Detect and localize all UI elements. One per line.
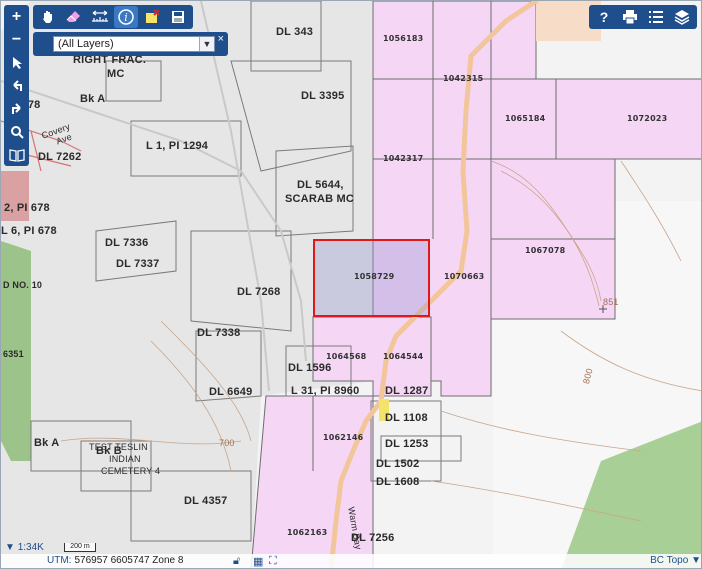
status-bar: ▼ 1:34K 200 m UTM: 576957 6605747 Zone 8 …	[1, 542, 701, 568]
label-dl3395: DL 3395	[301, 90, 345, 102]
measure-icon	[92, 10, 108, 22]
zoom-out-button[interactable]: −	[4, 28, 29, 51]
label-bk-a-bottom: Bk A	[34, 437, 60, 449]
left-toolbar: + −	[4, 5, 29, 166]
label-l31-pl8960: L 31, PI 8960	[291, 385, 360, 397]
save-button[interactable]	[166, 6, 190, 28]
info-icon: i	[118, 9, 134, 25]
tenure-1064544: 1064544	[383, 352, 424, 361]
help-icon: ?	[599, 9, 609, 25]
eraser-icon	[66, 11, 80, 22]
label-teslin: TEST TESLIN	[89, 442, 148, 452]
tenure-1065184: 1065184	[505, 114, 546, 123]
label-dl6649: DL 6649	[209, 386, 253, 398]
redo-button[interactable]	[4, 97, 29, 120]
grid-icon[interactable]: ▦	[253, 555, 263, 568]
map-view[interactable]: DL 343 RIGHT FRAC. MC Bk A PL 678 DL 339…	[0, 0, 702, 569]
label-dl1608: DL 1608	[376, 476, 420, 488]
label-no10: D NO. 10	[3, 280, 43, 290]
layers-button[interactable]	[670, 6, 694, 28]
label-dl7337: DL 7337	[116, 258, 160, 270]
label-dl7338: DL 7338	[197, 327, 241, 339]
bookmark-button[interactable]	[4, 143, 29, 166]
pan-button[interactable]	[36, 6, 60, 28]
zoom-in-icon: +	[11, 7, 22, 25]
label-dl7262: DL 7262	[38, 151, 82, 163]
label-dl1253: DL 1253	[385, 438, 429, 450]
zoom-out-icon: −	[11, 30, 22, 48]
utm-coordinates: 576957 6605747 Zone 8	[74, 555, 184, 566]
undo-button[interactable]	[4, 74, 29, 97]
tenure-1072023: 1072023	[627, 114, 668, 123]
tenure-1056183: 1056183	[383, 34, 424, 43]
label-dl7268: DL 7268	[237, 286, 281, 298]
label-dl1596: DL 1596	[288, 362, 332, 374]
select-button[interactable]	[4, 51, 29, 74]
contour-700: 700	[219, 438, 235, 448]
label-scarab: SCARAB MC	[285, 193, 355, 205]
redo-icon	[11, 102, 21, 114]
search-button[interactable]	[4, 120, 29, 143]
label-cemetery: CEMETERY 4	[101, 466, 161, 476]
identify-button[interactable]: i	[114, 6, 138, 28]
label-mc: MC	[107, 68, 125, 80]
clear-select-icon	[146, 9, 160, 23]
label-dl1287: DL 1287	[385, 385, 429, 397]
right-toolbar: ?	[589, 5, 697, 29]
tenure-1070663: 1070663	[444, 272, 485, 281]
label-l1-pl1294: L 1, PI 1294	[146, 140, 209, 152]
layer-select-value: (All Layers)	[58, 38, 114, 50]
zoom-in-button[interactable]: +	[4, 5, 29, 28]
layer-select-dropdown[interactable]: (All Layers) ▼	[53, 36, 215, 52]
undo-icon	[12, 79, 22, 91]
tenure-1042315: 1042315	[443, 74, 484, 83]
print-icon	[623, 10, 637, 25]
fullscreen-icon[interactable]: ⛶	[269, 555, 277, 568]
lock-icon[interactable]: 🔓︎	[233, 555, 240, 568]
select-icon	[12, 56, 22, 69]
book-icon	[8, 148, 25, 162]
print-button[interactable]	[618, 6, 642, 28]
eraser-button[interactable]	[62, 6, 86, 28]
basemap-selector[interactable]: BC Topo ▼	[650, 555, 701, 566]
tenure-1058729: 1058729	[354, 272, 395, 281]
label-dl5644: DL 5644,	[297, 179, 344, 191]
label-dl7336: DL 7336	[105, 237, 149, 249]
layer-panel-close-button[interactable]: ×	[218, 33, 224, 45]
tenure-1067078: 1067078	[525, 246, 566, 255]
chevron-down-icon: ▼	[199, 37, 214, 51]
label-pl678-2: 2, PI 678	[4, 202, 50, 214]
pan-hand-icon	[43, 11, 52, 23]
tenure-1042317: 1042317	[383, 154, 424, 163]
measure-button[interactable]	[88, 6, 112, 28]
list-icon	[649, 11, 663, 23]
scale-value: 1:34K	[17, 542, 44, 553]
basemap-value: BC Topo	[650, 555, 689, 566]
label-indian: INDIAN	[109, 454, 141, 464]
top-toolbar: i	[33, 5, 193, 29]
label-dl343: DL 343	[276, 26, 314, 38]
label-pl678-3: L 6, PI 678	[1, 225, 57, 237]
svg-text:i: i	[124, 11, 128, 24]
label-6351: 6351	[3, 349, 24, 359]
label-dl1108: DL 1108	[385, 412, 428, 424]
tenure-1062146: 1062146	[323, 433, 364, 442]
tenure-1062163: 1062163	[287, 528, 328, 537]
label-bk-a-top: Bk A	[80, 93, 106, 105]
save-icon	[172, 11, 184, 23]
layer-panel: (All Layers) ▼ ×	[33, 32, 228, 56]
legend-button[interactable]	[644, 6, 668, 28]
scale-selector[interactable]: ▼ 1:34K	[5, 542, 44, 553]
coordinate-readout: UTM: 576957 6605747 Zone 8	[47, 555, 183, 566]
scale-bar: 200 m	[64, 543, 96, 552]
label-dl1502: DL 1502	[376, 458, 420, 470]
search-icon	[10, 125, 24, 139]
contour-851: 851	[603, 297, 619, 307]
clear-selection-button[interactable]	[140, 6, 164, 28]
tenure-1064568: 1064568	[326, 352, 367, 361]
help-button[interactable]: ?	[592, 6, 616, 28]
utm-label: UTM:	[47, 555, 72, 566]
label-dl4357: DL 4357	[184, 495, 228, 507]
layers-icon	[674, 10, 690, 25]
